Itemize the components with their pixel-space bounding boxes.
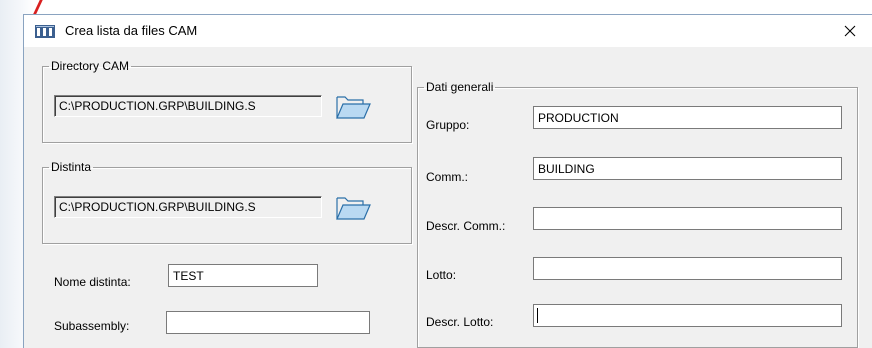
app-icon — [35, 25, 55, 38]
nome-distinta-input[interactable] — [168, 264, 318, 287]
comm-label: Comm.: — [426, 170, 468, 184]
lotto-input[interactable] — [533, 257, 842, 280]
descr-comm-input[interactable] — [533, 207, 842, 230]
comm-input[interactable] — [533, 157, 842, 180]
directory-cam-browse-button[interactable] — [333, 91, 373, 121]
close-button[interactable] — [827, 15, 872, 47]
dialog-client-area: Directory CAM C:\PRODUCTION.GRP\BUILDING… — [24, 47, 872, 348]
descr-lotto-input[interactable] — [533, 304, 842, 327]
folder-open-icon — [336, 96, 371, 119]
dialog-window: Crea lista da files CAM Directory CAM C:… — [23, 14, 872, 348]
subassembly-label: Subassembly: — [54, 319, 130, 333]
distinta-legend: Distinta — [51, 160, 92, 174]
window-title: Crea lista da files CAM — [65, 23, 198, 38]
distinta-browse-button[interactable] — [333, 192, 373, 222]
text-caret — [537, 308, 538, 323]
nome-distinta-label: Nome distinta: — [54, 275, 131, 289]
gruppo-input[interactable] — [533, 106, 842, 129]
descr-lotto-label: Descr. Lotto: — [426, 315, 494, 329]
folder-open-icon — [336, 197, 371, 220]
directory-cam-legend: Directory CAM — [51, 59, 130, 73]
directory-cam-path: C:\PRODUCTION.GRP\BUILDING.S — [54, 95, 322, 117]
subassembly-input[interactable] — [166, 311, 370, 334]
gruppo-label: Gruppo: — [426, 118, 470, 132]
distinta-path: C:\PRODUCTION.GRP\BUILDING.S — [54, 196, 322, 218]
title-bar: Crea lista da files CAM — [24, 15, 872, 47]
lotto-label: Lotto: — [426, 268, 457, 282]
close-icon — [844, 25, 856, 37]
descr-comm-label: Descr. Comm.: — [426, 219, 506, 233]
dati-generali-legend: Dati generali — [426, 80, 494, 94]
